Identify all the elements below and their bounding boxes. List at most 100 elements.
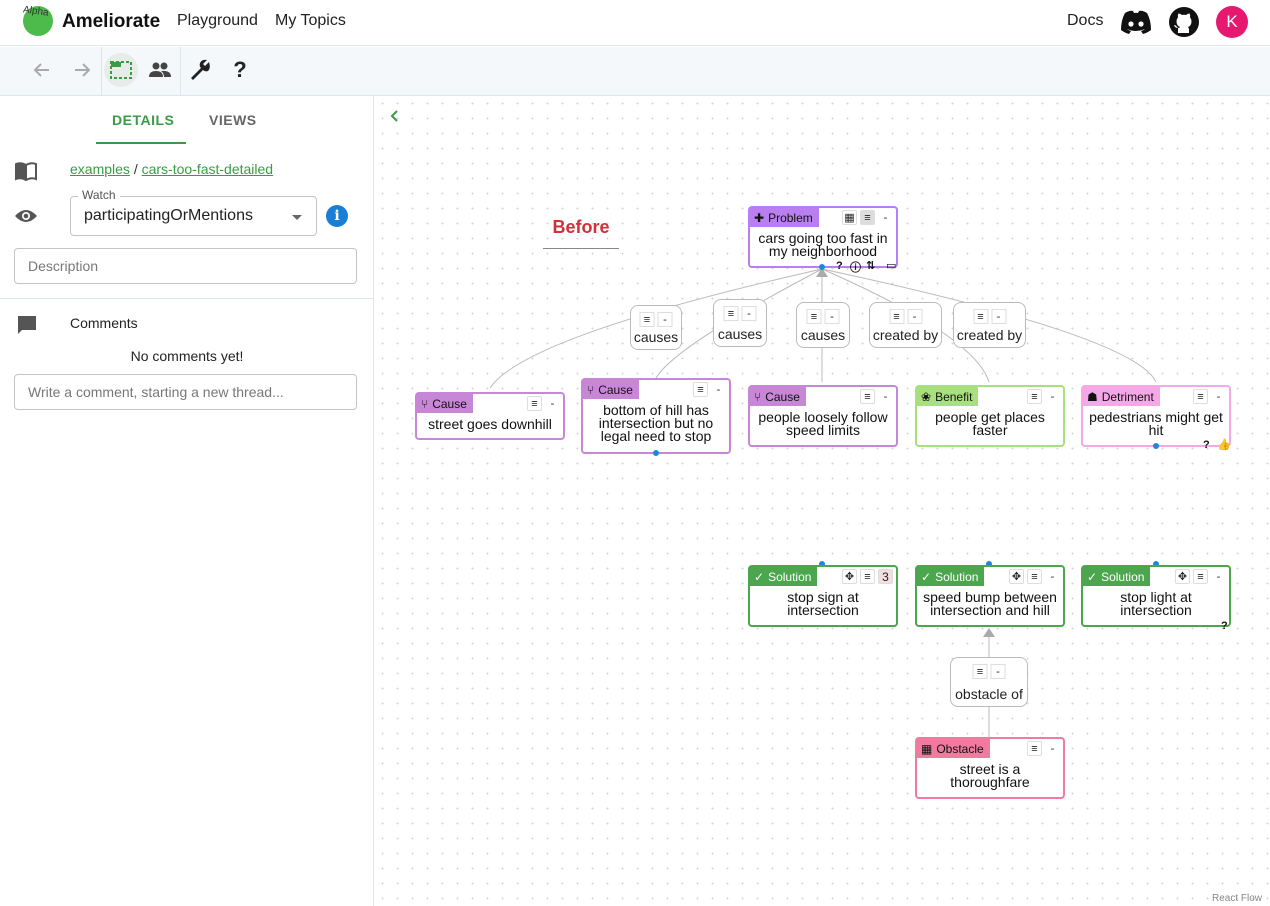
sidebar-divider (0, 298, 374, 299)
cause-tag: ⑂ Cause (417, 394, 473, 413)
edge-label-causes-2[interactable]: ≡ - causes (713, 299, 767, 347)
panel-icon (110, 61, 132, 79)
undo-button[interactable] (25, 53, 59, 87)
details-icon[interactable]: ≡ (1027, 389, 1042, 404)
watch-label: Watch (78, 188, 120, 202)
edge-label-obstacle-of[interactable]: ≡ - obstacle of (950, 657, 1028, 707)
detriment-tag: ☗ Detriment (1083, 387, 1160, 406)
solution-tag: ✓ Solution (917, 567, 985, 586)
edge-label-causes-1[interactable]: ≡ - causes (630, 305, 682, 350)
cause-node-3[interactable]: ⑂ Cause ≡ - people loosely follow speed l… (748, 385, 898, 447)
benefit-tag: ❀ Benefit (917, 387, 979, 406)
collapse-node-button[interactable]: - (878, 210, 893, 225)
benefit-text: people get places faster (935, 409, 1045, 438)
details-icon[interactable]: ≡ (527, 396, 542, 411)
diagram-canvas[interactable]: Before ≡ - causes ≡ - causes ≡ - causes ≡ - … (375, 96, 1270, 906)
details-icon[interactable]: ≡ (860, 569, 875, 584)
details-icon[interactable]: ≡ (693, 382, 708, 397)
wall-icon: ▦ (921, 741, 933, 756)
question-icon[interactable]: ? (1203, 439, 1210, 451)
nav-my-topics[interactable]: My Topics (275, 12, 346, 30)
breadcrumb-parent-link[interactable]: examples (70, 161, 130, 177)
edge-label-created-by-2[interactable]: ≡ - created by (953, 302, 1026, 348)
question-icon[interactable]: ? (1221, 620, 1228, 632)
fork-icon: ⑂ (421, 396, 429, 411)
cause-node-1[interactable]: ⑂ Cause ≡ - street goes downhill (415, 392, 565, 440)
collapse-node-button[interactable]: - (711, 382, 726, 397)
collapse-node-button[interactable]: - (1045, 389, 1060, 404)
collapse-node-button[interactable]: - (1045, 741, 1060, 756)
move-icon[interactable]: ✥ (842, 569, 857, 584)
puzzle-icon: ✚ (754, 210, 765, 225)
github-icon[interactable] (1168, 6, 1200, 38)
discord-icon[interactable] (1119, 7, 1153, 37)
details-icon[interactable]: ≡ (860, 389, 875, 404)
nav-playground[interactable]: Playground (177, 12, 258, 30)
details-icon[interactable]: ≡ (1193, 569, 1208, 584)
solution-node-3[interactable]: ✓ Solution ✥ ≡ - stop light at intersecti… (1081, 565, 1231, 632)
user-avatar[interactable]: K (1216, 6, 1248, 38)
tools-button[interactable] (183, 53, 217, 87)
cause-node-2[interactable]: ⑂ Cause ≡ - bottom of hill has intersecti… (581, 378, 731, 454)
nav-docs[interactable]: Docs (1067, 12, 1103, 30)
detriment-node[interactable]: ☗ Detriment ≡ - pedestrians might get hit… (1081, 385, 1231, 451)
move-icon[interactable]: ✥ (1009, 569, 1024, 584)
breadcrumb-topic-link[interactable]: cars-too-fast-detailed (142, 161, 274, 177)
breadcrumb: examples / cars-too-fast-detailed (70, 161, 273, 177)
handle-dot[interactable] (1153, 443, 1159, 449)
collapse-node-button[interactable]: - (1211, 569, 1226, 584)
edge-label-created-by-1[interactable]: ≡ - created by (869, 302, 942, 348)
solution-node-2[interactable]: ✓ Solution ✥ ≡ - speed bump between inter… (915, 565, 1065, 627)
solution-tag: ✓ Solution (750, 567, 818, 586)
details-icon[interactable]: ≡ (1027, 569, 1042, 584)
thumbs-icon[interactable]: ⇅ (866, 259, 875, 272)
top-navbar: Alpha Ameliorate Playground My Topics Do… (0, 0, 1270, 46)
watch-value: participatingOrMentions (84, 207, 253, 224)
comment-input[interactable]: Write a comment, starting a new thread..… (14, 374, 357, 410)
brand-name[interactable]: Ameliorate (62, 11, 160, 33)
check-icon: ✓ (921, 569, 932, 584)
info-icon[interactable]: i (326, 205, 348, 227)
react-flow-attribution[interactable]: React Flow (1212, 893, 1262, 904)
solution-tag: ✓ Solution (1083, 567, 1151, 586)
collapse-node-button[interactable]: - (878, 389, 893, 404)
problem-text: cars going too fast in my neighborhood (758, 230, 888, 259)
count-badge[interactable]: 3 (878, 569, 893, 584)
problem-node[interactable]: ✚ Problem ▦ ≡ - cars going too fast in my… (748, 206, 898, 274)
description-field[interactable]: Description (14, 248, 357, 284)
table-icon[interactable]: ▦ (842, 210, 857, 225)
collaborators-button[interactable] (143, 53, 177, 87)
comment-bubble-icon[interactable]: ▭ (886, 259, 896, 272)
tab-indicator (96, 142, 186, 144)
solution-node-1[interactable]: ✓ Solution ✥ ≡ 3 stop sign at intersectio… (748, 565, 898, 627)
details-icon[interactable]: ≡ (1027, 741, 1042, 756)
tab-views[interactable]: VIEWS (209, 112, 257, 128)
book-icon (14, 160, 38, 182)
comments-title: Comments (70, 315, 138, 331)
obstacle-node[interactable]: ▦ Obstacle ≡ - street is a thoroughfare (915, 737, 1065, 799)
details-icon[interactable]: ≡ (860, 210, 875, 225)
move-icon[interactable]: ✥ (1175, 569, 1190, 584)
details-sidebar: DETAILS VIEWS examples / cars-too-fast-d… (0, 96, 374, 906)
eye-icon (14, 206, 38, 226)
help-button[interactable]: ? (223, 53, 257, 87)
tab-details[interactable]: DETAILS (112, 112, 174, 128)
redo-button[interactable] (65, 53, 99, 87)
collapse-node-button[interactable]: - (545, 396, 560, 411)
info-circle-icon[interactable]: ⓘ (850, 259, 861, 275)
handle-dot[interactable] (819, 264, 825, 270)
collapse-node-button[interactable]: - (1045, 569, 1060, 584)
handle-dot[interactable] (653, 450, 659, 456)
question-icon[interactable]: ? (836, 260, 843, 272)
edge-label-causes-3[interactable]: ≡ - causes (796, 302, 850, 348)
details-icon[interactable]: ≡ (1193, 389, 1208, 404)
benefit-node[interactable]: ❀ Benefit ≡ - people get places faster (915, 385, 1065, 447)
problem-tag: ✚ Problem (750, 208, 819, 227)
obstacle-text: street is a thoroughfare (950, 761, 1030, 790)
toggle-details-panel-button[interactable] (104, 53, 138, 87)
fork-icon: ⑂ (754, 389, 762, 404)
collapse-node-button[interactable]: - (1211, 389, 1226, 404)
comment-icon (15, 313, 39, 337)
arrow-right-icon (75, 63, 91, 77)
thumbs-up-icon[interactable]: 👍 (1217, 438, 1231, 451)
